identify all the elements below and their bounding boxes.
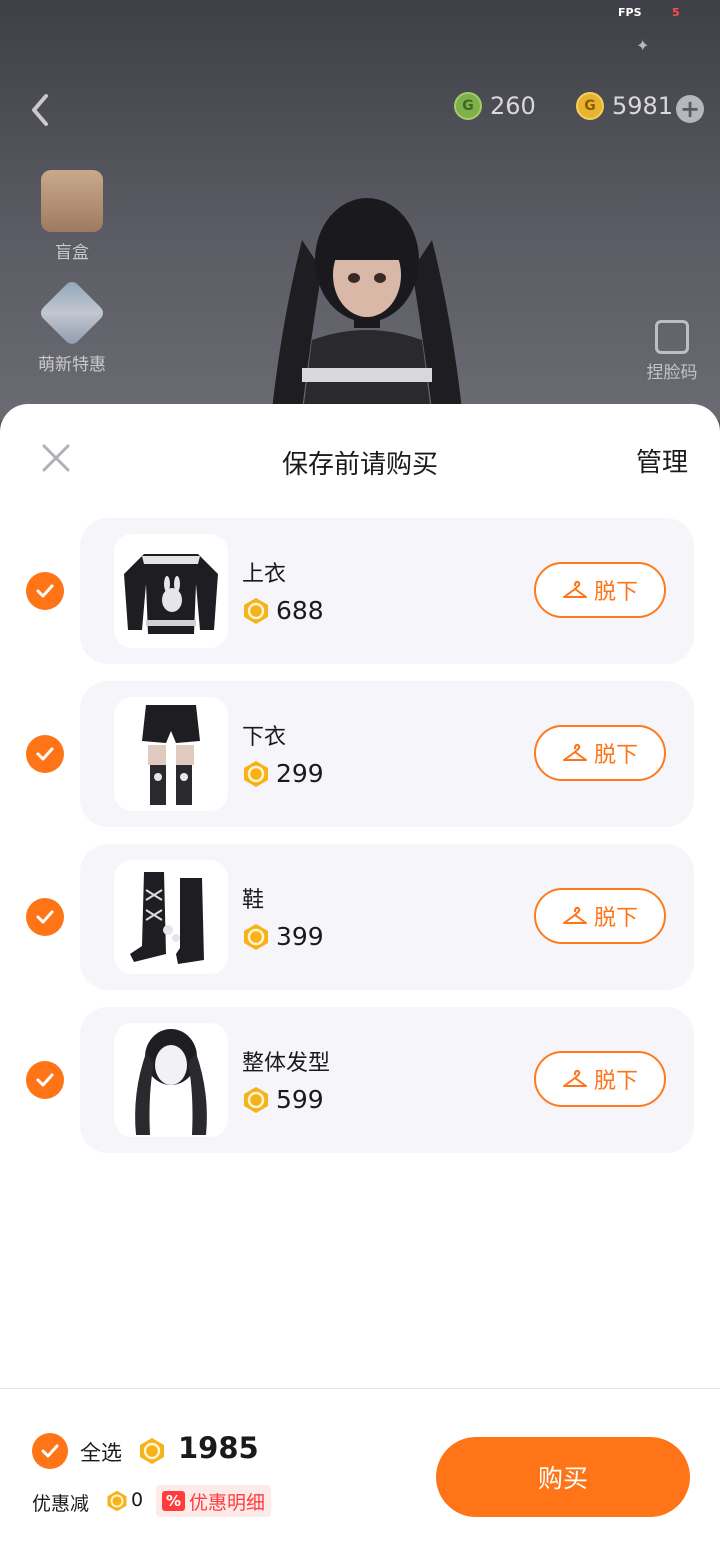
item-price: 399 [242, 922, 324, 951]
plus-icon: + [679, 95, 701, 123]
face-code-label: 捏脸码 [646, 363, 698, 383]
manage-button[interactable]: 管理 [636, 442, 688, 479]
item-card: 整体发型 599 脱下 [80, 1007, 694, 1153]
item-name: 整体发型 [242, 1051, 331, 1076]
item-name: 鞋 [242, 888, 265, 913]
purchase-sheet: 保存前请购买 管理 上衣 688 脱下 下衣 299 脱下 鞋 399 脱下 整… [0, 404, 720, 1544]
remove-button-label: 脱下 [593, 743, 638, 768]
sparkle-icon: ✦ [636, 36, 650, 55]
select-all-label: 全选 [80, 1441, 122, 1465]
list-item: 鞋 399 脱下 [0, 842, 720, 1005]
face-code-entry[interactable]: 捏脸码 [640, 320, 704, 383]
gold-coin-icon [244, 597, 268, 624]
hanger-icon [562, 906, 587, 924]
item-price-value: 399 [276, 922, 324, 951]
gold-currency-value: 5981 [612, 92, 674, 120]
gift-box-icon [41, 170, 103, 232]
checkmark-icon [36, 1073, 54, 1087]
back-button[interactable] [24, 92, 60, 128]
list-item: 上衣 688 脱下 [0, 516, 720, 679]
blind-box-label: 盲盒 [55, 243, 89, 263]
gold-coin-icon [107, 1490, 127, 1512]
checkmark-icon [36, 584, 54, 598]
hanger-icon [562, 580, 587, 598]
item-checkbox[interactable] [26, 898, 64, 936]
gold-coin-icon [244, 923, 268, 950]
item-checkbox[interactable] [26, 735, 64, 773]
discount-value: 0 [131, 1489, 144, 1511]
remove-button[interactable]: 脱下 [534, 1051, 666, 1107]
discount-label: 优惠减 [32, 1493, 90, 1515]
green-currency-value: 260 [490, 92, 536, 120]
remove-button-label: 脱下 [593, 906, 638, 931]
cart-list: 上衣 688 脱下 下衣 299 脱下 鞋 399 脱下 整体发型 599 脱下 [0, 516, 720, 1168]
remove-button-label: 脱下 [593, 580, 638, 605]
item-card: 鞋 399 脱下 [80, 844, 694, 990]
avatar-preview-scene: FPS 5 ✦ G 260 G 5981 + 盲盒 萌新特惠 捏脸码 [0, 0, 720, 420]
item-price-value: 599 [276, 1085, 324, 1114]
blind-box-entry[interactable]: 盲盒 [30, 170, 114, 263]
newbie-offer-entry[interactable]: 萌新特惠 [30, 278, 114, 375]
top-thumbnail [114, 534, 228, 648]
remove-button-label: 脱下 [593, 1069, 638, 1094]
select-all-checkbox[interactable] [32, 1433, 68, 1469]
hairstyle-thumbnail [114, 1023, 228, 1137]
gold-coin-icon [140, 1438, 164, 1464]
item-price-value: 688 [276, 596, 324, 625]
checkmark-icon [41, 1444, 59, 1458]
gold-coin-icon: G [576, 92, 604, 120]
avatar-character [272, 198, 462, 420]
green-currency: G 260 [454, 92, 536, 120]
percent-tag-icon: % [162, 1491, 186, 1511]
item-name: 上衣 [242, 562, 287, 587]
gold-coin-icon [244, 1086, 268, 1113]
face-code-icon [655, 320, 689, 354]
sheet-title: 保存前请购买 [281, 450, 438, 480]
item-price: 688 [242, 596, 324, 625]
item-price: 599 [242, 1085, 324, 1114]
item-card: 上衣 688 脱下 [80, 518, 694, 664]
fps-value: 5 [672, 6, 680, 19]
promo-details-button[interactable]: % 优惠明细 [156, 1485, 272, 1517]
remove-button[interactable]: 脱下 [534, 888, 666, 944]
remove-button[interactable]: 脱下 [534, 562, 666, 618]
fps-label: FPS [618, 6, 642, 19]
newbie-offer-icon [37, 278, 107, 348]
item-card: 下衣 299 脱下 [80, 681, 694, 827]
remove-button[interactable]: 脱下 [534, 725, 666, 781]
checkmark-icon [36, 747, 54, 761]
item-checkbox[interactable] [26, 572, 64, 610]
green-coin-icon: G [454, 92, 482, 120]
chevron-left-icon [32, 94, 48, 126]
gold-currency: G 5981 [576, 92, 673, 120]
item-checkbox[interactable] [26, 1061, 64, 1099]
buy-button[interactable]: 购买 [436, 1437, 690, 1517]
shoes-thumbnail [114, 860, 228, 974]
list-item: 下衣 299 脱下 [0, 679, 720, 842]
newbie-offer-label: 萌新特惠 [38, 355, 106, 375]
hanger-icon [562, 1069, 587, 1087]
total-price: 1985 [178, 1431, 259, 1465]
add-currency-button[interactable]: + [676, 95, 704, 123]
gold-coin-icon [244, 760, 268, 787]
checkmark-icon [36, 910, 54, 924]
item-price: 299 [242, 759, 324, 788]
checkout-bar: 全选 1985 优惠减 0 % 优惠明细 购买 [0, 1388, 720, 1544]
item-name: 下衣 [242, 725, 287, 750]
bottoms-thumbnail [114, 697, 228, 811]
promo-details-label: 优惠明细 [189, 1491, 266, 1514]
item-price-value: 299 [276, 759, 324, 788]
hanger-icon [562, 743, 587, 761]
list-item: 整体发型 599 脱下 [0, 1005, 720, 1168]
